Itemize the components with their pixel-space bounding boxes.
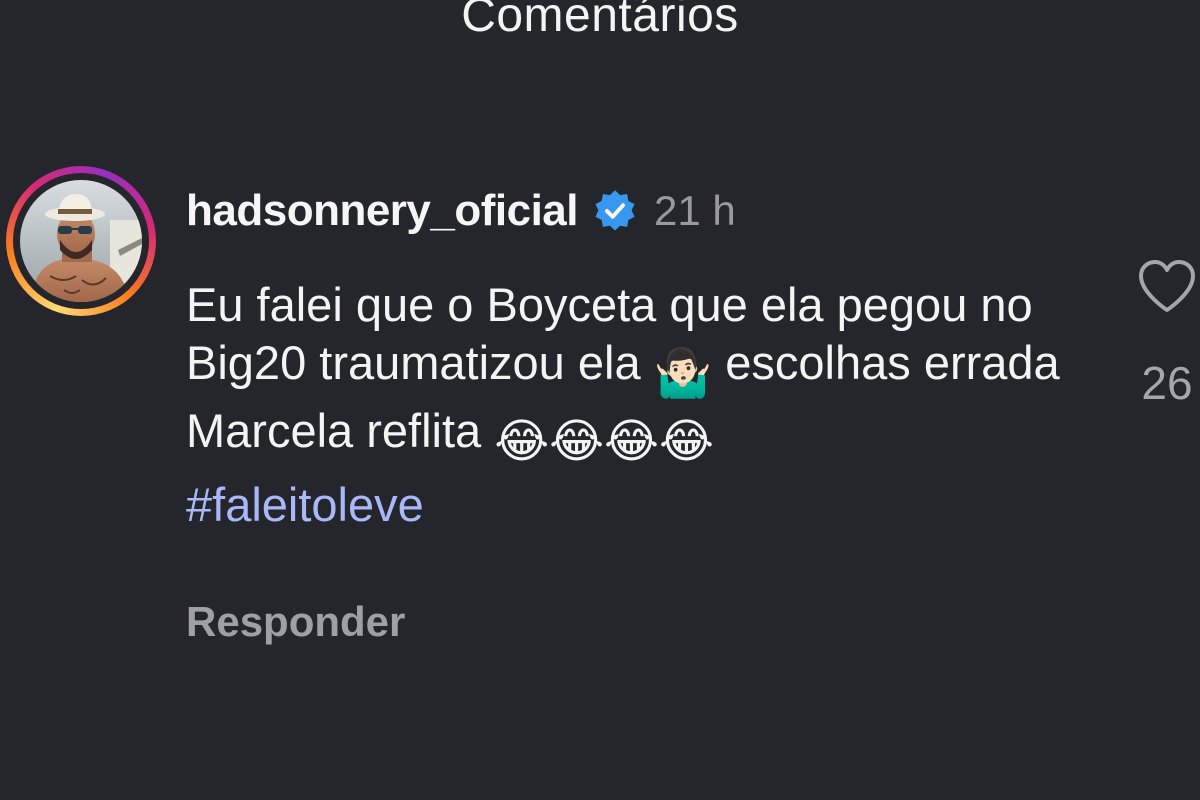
- screen-title: Comentários: [461, 0, 739, 42]
- comment-text: Eu falei que o Boyceta que ela pegou no …: [186, 276, 1066, 470]
- shrug-emoji: 🤷🏻‍♂️: [653, 346, 713, 399]
- comment: hadsonnery_oficial 21 h Eu falei que o B…: [186, 176, 1086, 646]
- like-area: 26: [1134, 258, 1200, 410]
- avatar[interactable]: [20, 180, 142, 302]
- username-link[interactable]: hadsonnery_oficial: [186, 186, 579, 236]
- comment-timestamp: 21 h: [654, 187, 736, 234]
- heart-icon[interactable]: [1137, 258, 1197, 314]
- hashtag-link[interactable]: #faleitoleve: [186, 476, 1086, 534]
- laughing-emoji: 😂😂😂😂: [494, 414, 714, 467]
- avatar-story-ring[interactable]: [6, 166, 156, 316]
- comments-screen: Comentários hadsonnery_oficial 21 h Eu f…: [0, 0, 1200, 800]
- reply-button[interactable]: Responder: [186, 598, 1086, 646]
- like-count: 26: [1141, 357, 1193, 409]
- comment-header: hadsonnery_oficial 21 h: [186, 176, 1086, 246]
- verified-badge-icon: [595, 190, 635, 231]
